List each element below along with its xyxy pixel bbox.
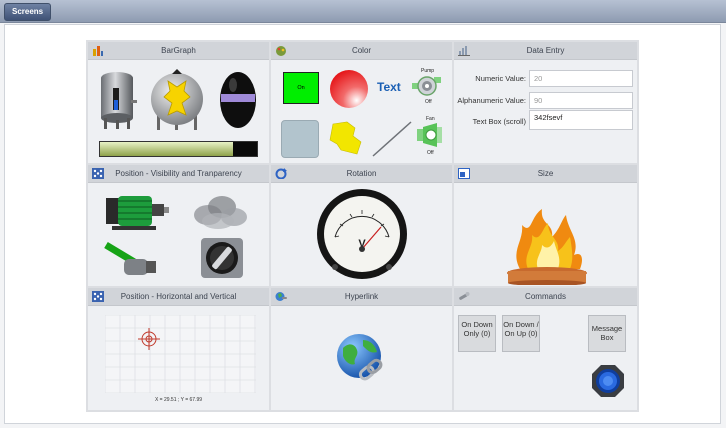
panel-bargraph: BarGraph [88,42,269,163]
panel-title: Size [537,169,554,178]
diagonal-line[interactable] [371,120,413,158]
panel-horizontal-vertical: Position - Horizontal and Vertical X = 2… [88,288,269,410]
panel-header: Hyperlink [271,288,452,306]
panel-title: Color [351,46,372,55]
blue-push-button[interactable] [591,364,625,398]
horizontal-bargraph[interactable] [99,141,258,157]
panel-header: Position - Horizontal and Vertical [88,288,269,306]
panel-hyperlink: Hyperlink [271,288,452,410]
text-box-label: Text Box (scroll) [472,117,526,126]
panel-title: Commands [525,292,566,301]
panel-header: Position - Visibility and Tranparency [88,165,269,183]
alphanumeric-value-label: Alphanumeric Value: [457,96,526,105]
panel-header: Rotation [271,165,452,183]
panel-header: Size [454,165,637,183]
selector-switch[interactable] [200,237,244,279]
pump-label: Pump [421,68,435,74]
panel-commands: Commands On Down Only (0) On Down / On U… [454,288,637,410]
panel-rotation: Rotation V [271,165,452,286]
fire-icon[interactable] [502,207,592,285]
screens-button[interactable]: Screens [4,3,52,21]
panel-header: Data Entry [454,42,637,60]
panel-data-entry: Data Entry Numeric Value: 20 Alphanumeri… [454,42,637,163]
panel-header: BarGraph [88,42,269,60]
panel-color: Color On Text Pump Off Fan Off [271,42,452,163]
panel-header: Color [271,42,452,60]
sphere-tank-bargraph[interactable] [148,69,206,131]
motor-icon[interactable] [104,192,170,232]
fan-icon[interactable] [417,123,443,147]
panel-title: Hyperlink [344,292,379,301]
hyperlink-globe-icon[interactable] [335,332,387,384]
tank-bargraph[interactable] [96,70,138,130]
blue-text-label[interactable]: Text [377,80,401,94]
position-grid[interactable] [105,315,256,393]
red-circle[interactable] [329,69,369,109]
on-down-on-up-button[interactable]: On Down / On Up (0) [502,315,540,352]
panel-title: Position - Horizontal and Vertical [120,292,237,301]
panel-visibility: Position - Visibility and Tranparency [88,165,269,286]
message-box-button[interactable]: Message Box [588,315,626,352]
smoke-cloud[interactable] [190,191,250,231]
valve-lever[interactable] [102,239,162,279]
numeric-value-input[interactable]: 20 [529,70,633,87]
green-on-square[interactable]: On [283,72,319,104]
voltmeter-gauge[interactable]: V [315,187,409,281]
bar-fill [100,142,234,156]
panel-header: Commands [454,288,637,306]
capsule-bargraph[interactable] [219,71,257,129]
position-readout: X = 29.51 ; Y = 67.99 [154,397,203,403]
panel-title: Rotation [346,169,377,178]
panel-title: BarGraph [161,46,196,55]
demo-grid: BarGraph Color On Text Pump Off Fan Off … [86,40,639,412]
yellow-shape[interactable] [327,120,365,156]
pump-icon[interactable] [412,75,442,97]
fan-label: Fan [426,116,435,122]
grey-square[interactable] [281,120,319,158]
on-down-only-button[interactable]: On Down Only (0) [458,315,496,352]
pump-state: Off [425,99,432,105]
text-box-input[interactable]: 342fsevf [529,110,633,130]
numeric-value-label: Numeric Value: [475,74,526,83]
panel-size: Size [454,165,637,286]
alphanumeric-value-input[interactable]: 90 [529,92,633,109]
top-bar: Screens [0,0,726,23]
panel-title: Data Entry [526,46,565,55]
fan-state: Off [427,150,434,156]
panel-title: Position - Visibility and Tranparency [115,169,242,178]
